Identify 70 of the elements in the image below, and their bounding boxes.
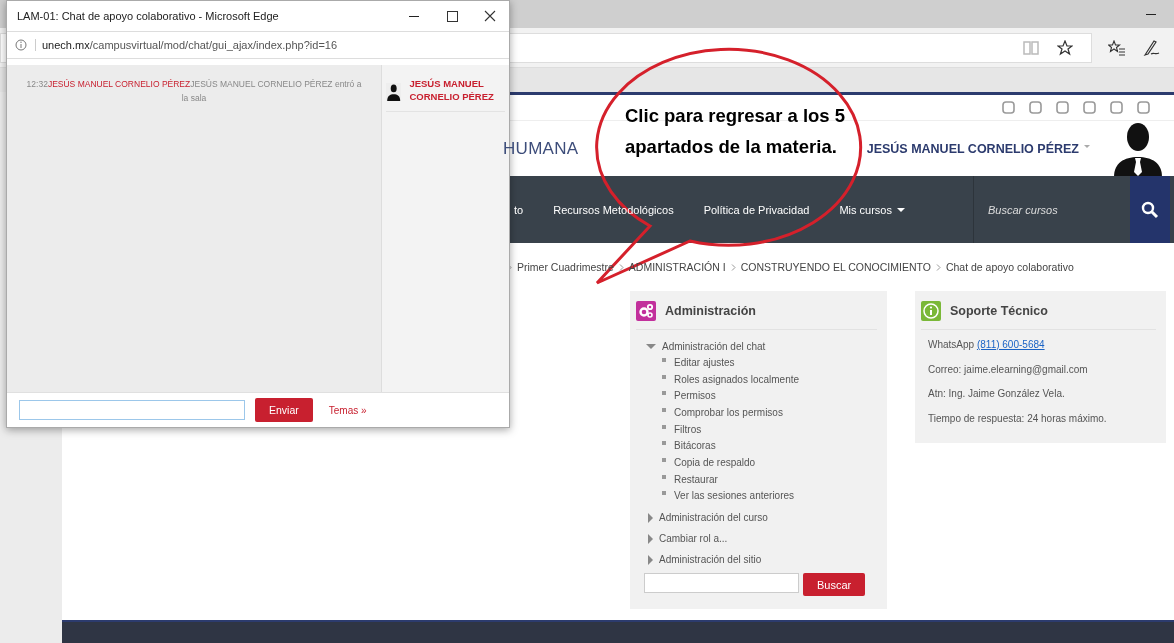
nav-link[interactable]: Mis cursos <box>839 203 905 216</box>
bullet-icon <box>662 407 666 412</box>
send-button[interactable]: Enviar <box>255 398 313 422</box>
close-icon <box>484 10 496 22</box>
tree-item[interactable]: Bitácoras <box>674 440 716 452</box>
reading-view-icon[interactable] <box>1023 40 1039 55</box>
tree-item[interactable]: Filtros <box>674 423 702 435</box>
search-button[interactable] <box>1130 176 1170 243</box>
search-icon <box>1141 200 1159 219</box>
themes-link[interactable]: Temas » <box>328 404 367 416</box>
social-media-icon[interactable] <box>1137 101 1150 114</box>
chevron-icon <box>618 263 624 271</box>
social-media-icon[interactable] <box>1110 101 1123 114</box>
star-icon[interactable] <box>1057 39 1073 56</box>
pen-icon[interactable] <box>1142 38 1160 57</box>
site-title: HUMANA <box>503 138 579 159</box>
info-icon <box>921 301 941 321</box>
search-field[interactable] <box>644 573 799 594</box>
whatsapp-label: WhatsApp <box>928 339 975 350</box>
bullet-icon <box>662 491 666 496</box>
url-text[interactable]: unech.mx/campusvirtual/mod/chat/gui_ajax/index.php?id=16 <box>35 39 338 51</box>
callout-text: Clic para regresar a los 5 apartados de la materia. <box>625 104 847 159</box>
phone-link[interactable]: (811) 600-5684 <box>976 339 1045 350</box>
expand-caret-icon[interactable] <box>648 554 653 565</box>
window-title: LAM-01: Chat de apoyo colaborativo - Microsoft Edge <box>17 10 280 22</box>
message-field[interactable] <box>19 400 245 420</box>
bullet-icon <box>662 457 666 462</box>
panel-title: Administración <box>665 304 756 318</box>
info-icon[interactable] <box>15 39 27 51</box>
expand-caret-icon[interactable] <box>648 512 653 523</box>
user-name[interactable]: JESÚS MANUEL CORNELIO PÉREZ <box>409 77 505 103</box>
chat-message: 12:32JESÚS MANUEL CORNELIO PÉREZJESÚS MANUEL CORNELIO PÉREZ entró a la sala <box>25 78 363 105</box>
bullet-icon <box>662 357 666 362</box>
panel-title: Soporte Técnico <box>950 304 1048 318</box>
tree-item[interactable]: Roles asignados localmente <box>674 373 800 385</box>
bullet-icon <box>662 374 666 379</box>
favorites-list-icon[interactable] <box>1108 39 1126 56</box>
social-media-icon[interactable] <box>1029 101 1042 114</box>
breadcrumb-link[interactable]: Chat de apoyo colaborativo <box>945 261 1074 273</box>
search-button[interactable]: Buscar <box>803 573 866 597</box>
social-media-icon[interactable] <box>1002 101 1015 114</box>
tree-item[interactable]: Administración del sitio <box>659 554 762 566</box>
tree-item[interactable]: Permisos <box>674 390 716 402</box>
tree-item[interactable]: Administración del chat <box>662 340 766 352</box>
breadcrumb-link[interactable]: CONSTRUYENDO EL CONOCIMIENTO <box>740 261 931 273</box>
tree-item[interactable]: Comprobar los permisos <box>674 406 783 418</box>
bullet-icon <box>662 441 666 446</box>
nav-link[interactable]: Política de Privacidad <box>703 203 810 216</box>
support-text: Correo: jaime.elearning@gmail.com <box>928 362 1089 377</box>
expand-caret-icon[interactable] <box>646 343 656 349</box>
expand-caret-icon[interactable] <box>648 533 653 544</box>
tree-item[interactable]: Administración del curso <box>659 512 768 524</box>
tree-item[interactable]: Restaurar <box>674 473 718 485</box>
bullet-icon <box>662 391 666 396</box>
bullet-icon <box>662 474 666 479</box>
tree-item[interactable]: Editar ajustes <box>674 356 735 368</box>
support-text: Tiempo de respuesta: 24 horas máximo. <box>928 411 1108 426</box>
chevron-icon <box>507 263 512 271</box>
tree-item[interactable]: Copia de respaldo <box>674 456 756 468</box>
tree-item[interactable]: Cambiar rol a... <box>659 533 728 545</box>
support-text: Atn: Ing. Jaime González Vela. <box>928 387 1066 401</box>
tree-item[interactable]: Ver las sesiones anteriores <box>674 490 795 502</box>
social-media-icon[interactable] <box>1056 101 1069 114</box>
social-media-icon[interactable] <box>1083 101 1096 114</box>
chevron-icon <box>730 263 736 271</box>
chevron-icon <box>935 263 941 271</box>
user-menu[interactable]: JESÚS MANUEL CORNELIO PÉREZ <box>866 141 1090 156</box>
nav-link[interactable]: to <box>514 203 524 216</box>
bullet-icon <box>662 424 666 429</box>
gears-icon <box>636 301 656 321</box>
